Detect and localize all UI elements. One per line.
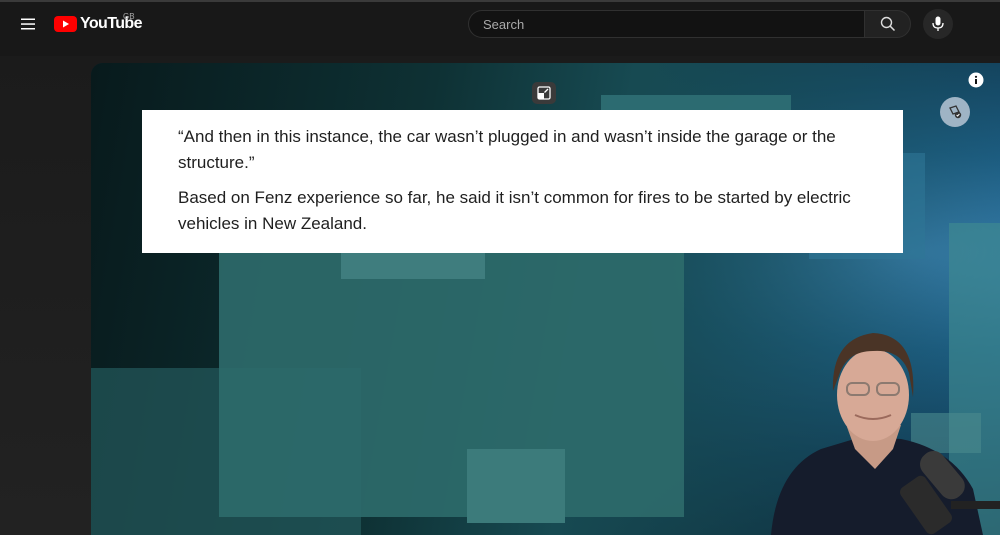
voice-search-button[interactable] [923,9,953,39]
search-input[interactable] [468,10,864,38]
info-icon [968,72,984,88]
search-icon [880,16,895,32]
video-player[interactable]: “And then in this instance, the car wasn… [91,63,1000,535]
window-top-edge [0,0,1000,2]
background-shape [467,449,565,523]
miniplayer-icon [537,86,551,100]
region-code: GB [123,12,135,21]
quote-paragraph: Based on Fenz experience so far, he said… [178,188,851,233]
masthead: YouTube GB [0,0,1000,56]
search-button[interactable] [864,10,911,38]
youtube-logo-icon [54,16,77,32]
miniplayer-button[interactable] [532,82,556,104]
card-button[interactable] [940,97,970,127]
quote-paragraph: “And then in this instance, the car wasn… [178,127,836,172]
microphone-icon [932,16,944,31]
quote-card: “And then in this instance, the car wasn… [142,110,903,253]
presenter-image [771,333,1000,535]
menu-icon[interactable] [16,12,40,36]
info-button[interactable] [968,72,984,88]
card-icon [949,105,962,119]
background-shape [219,253,684,517]
